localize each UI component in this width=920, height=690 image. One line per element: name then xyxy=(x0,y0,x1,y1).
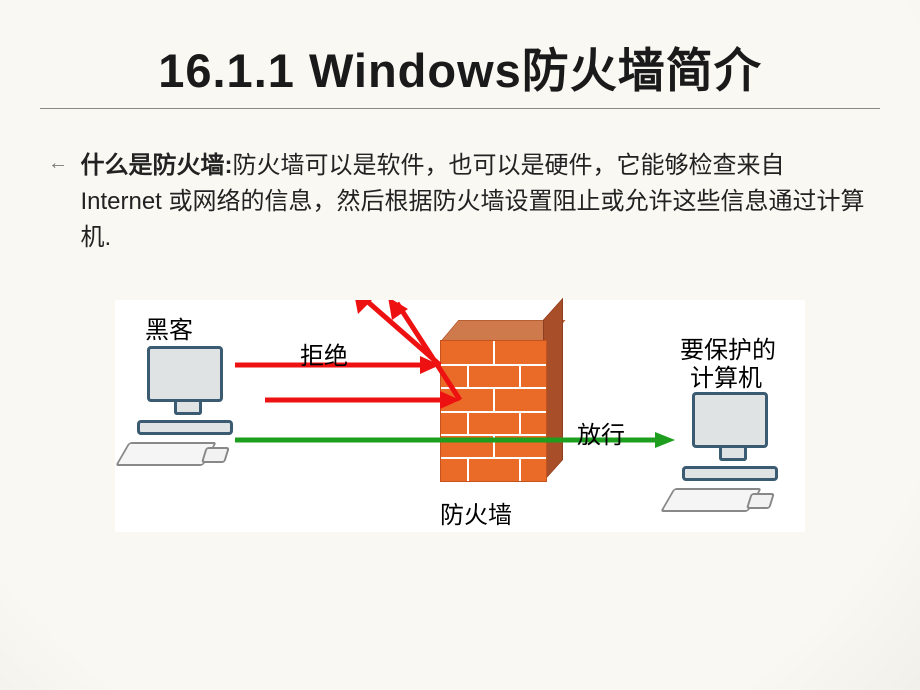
slide: 16.1.1 Windows防火墙简介 ← 什么是防火墙:防火墙可以是软件，也可… xyxy=(0,0,920,690)
bullet-marker-icon: ← xyxy=(48,152,68,175)
firewall-diagram: 黑客 xyxy=(115,300,805,532)
allow-label: 放行 xyxy=(577,415,625,450)
reject-label: 拒绝 xyxy=(300,336,348,371)
bullet-item: ← 什么是防火墙:防火墙可以是软件，也可以是硬件，它能够检查来自 Interne… xyxy=(48,148,876,256)
slide-title: 16.1.1 Windows防火墙简介 xyxy=(0,32,920,101)
arrows-svg xyxy=(115,300,805,532)
bullet-strong: 什么是防火墙: xyxy=(80,152,232,179)
bullet-text: 什么是防火墙:防火墙可以是软件，也可以是硬件，它能够检查来自 Internet … xyxy=(80,148,870,256)
reject-bounce-2 xyxy=(397,303,460,400)
title-divider xyxy=(40,108,880,109)
allow-arrowhead-icon xyxy=(655,432,675,448)
